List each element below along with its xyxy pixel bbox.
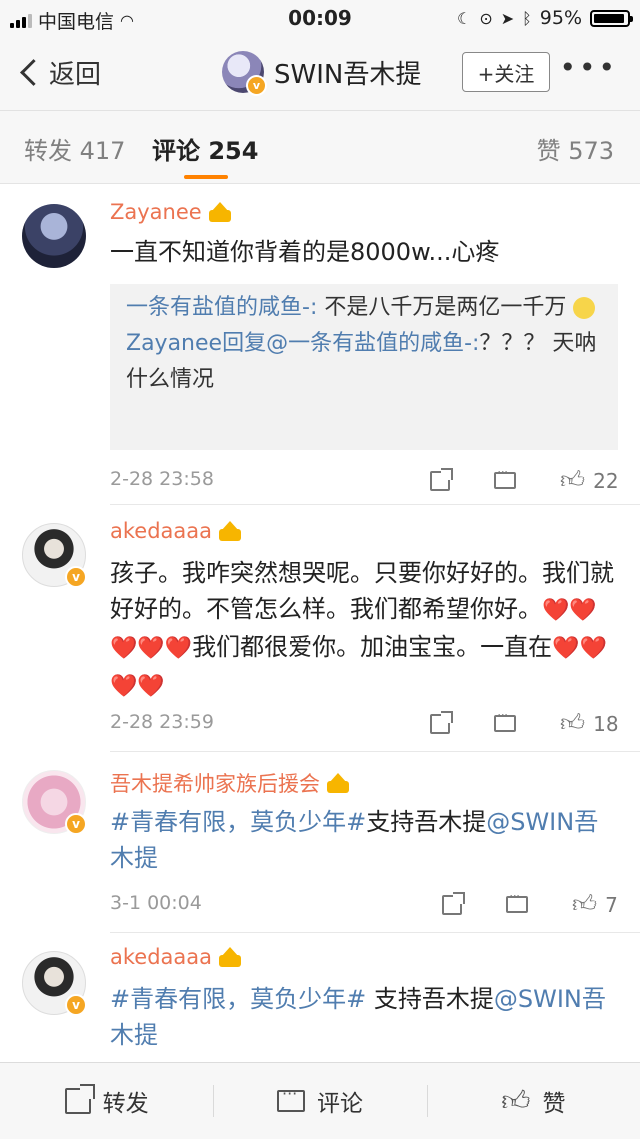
status-bar: 中国电信 ◠ 00:09 ☾ ⊙ ➤ ᛒ 95% [0, 0, 640, 36]
like-label: 赞 [542, 1091, 566, 1117]
tab-repost[interactable]: 转发 417 [24, 131, 125, 166]
crown-icon [326, 773, 350, 793]
comment-actions: 👍︎ 22 [430, 465, 619, 495]
verified-badge-icon: v [65, 813, 87, 835]
repost-button[interactable]: 转发 [0, 1063, 213, 1139]
follow-button[interactable]: +关注 [462, 52, 550, 92]
comment-icon[interactable] [494, 708, 516, 732]
reply-box[interactable]: 一条有盐值的咸鱼-: 不是八千万是两亿一千万 Zayanee回复@一条有盐值的咸… [110, 284, 618, 450]
rotation-lock-icon: ⊙ [479, 8, 493, 28]
reply-item: 一条有盐值的咸鱼-: 不是八千万是两亿一千万 [126, 290, 602, 326]
bluetooth-icon: ᛒ [522, 8, 532, 28]
battery-percent: 95% [539, 7, 582, 29]
repost-icon[interactable] [442, 891, 465, 915]
comment-text: #青春有限，莫负少年#支持吾木提@SWIN吾木提 [110, 808, 599, 872]
moon-icon: ☾ [457, 8, 472, 28]
reply-username[interactable]: Zayanee回复@一条有盐值的咸鱼-: [126, 331, 479, 356]
status-right: ☾ ⊙ ➤ ᛒ 95% [457, 7, 633, 29]
comment-time: 2-28 23:59 [110, 711, 214, 733]
page-title: SWIN吾木提 [274, 59, 422, 90]
comment-actions: 👍︎ 18 [430, 708, 619, 738]
topic-link[interactable]: #青春有限，莫负少年# [110, 985, 366, 1013]
repost-label: 转发 [102, 1091, 149, 1117]
divider [110, 932, 640, 933]
comment-icon[interactable] [506, 889, 528, 913]
chevron-left-icon [20, 59, 47, 86]
comment-text: 孩子。我咋突然想哭呢。只要你好好的。我们就好好的。不管怎么样。我们都希望你好。❤… [110, 559, 614, 699]
comment-username[interactable]: akedaaaa [110, 519, 242, 543]
like-icon[interactable]: 👍︎ [560, 466, 585, 495]
repost-icon[interactable] [430, 710, 453, 734]
bottom-action-bar: 转发 评论 👍︎ 赞 [0, 1062, 640, 1139]
reply-item: Zayanee回复@一条有盐值的咸鱼-:？？？ 天呐什么情况 [126, 326, 602, 398]
avatar[interactable]: v [22, 770, 87, 835]
reply-text: 不是八千万是两亿一千万 [317, 295, 567, 320]
like-icon[interactable]: 👍︎ [572, 890, 597, 919]
like-button[interactable]: 👍︎ 赞 [426, 1063, 640, 1139]
divider [110, 504, 640, 505]
comment-username[interactable]: Zayanee [110, 200, 232, 224]
comment-username[interactable]: akedaaaa [110, 945, 242, 969]
divider [110, 751, 640, 752]
tab-bar: 转发 417 评论 254 赞 573 [0, 111, 640, 184]
comment-icon [276, 1084, 305, 1112]
crown-icon [208, 202, 232, 222]
comment-icon[interactable] [494, 465, 516, 489]
like-count: 7 [605, 892, 618, 917]
more-button[interactable]: ••• [559, 54, 618, 82]
avatar[interactable]: v [222, 51, 267, 96]
comment-label: 评论 [316, 1091, 363, 1117]
like-count: 18 [593, 711, 619, 736]
reply-username[interactable]: 一条有盐值的咸鱼-: [126, 295, 317, 320]
location-icon: ➤ [500, 8, 515, 28]
verified-badge-icon: v [246, 75, 267, 96]
topic-link[interactable]: #青春有限，莫负少年# [110, 808, 366, 836]
comment-actions: 👍︎ 7 [442, 889, 618, 919]
like-count: 22 [593, 468, 619, 493]
avatar[interactable]: v [22, 951, 87, 1016]
back-button[interactable]: 返回 [18, 54, 101, 91]
repost-icon[interactable] [430, 467, 453, 491]
nav-profile[interactable]: v SWIN吾木提 [222, 51, 422, 96]
avatar[interactable] [22, 204, 86, 268]
comment-button[interactable]: 评论 [213, 1063, 426, 1139]
rolling-eyes-emoji-icon [573, 297, 596, 319]
like-icon: 👍︎ [501, 1084, 531, 1117]
tab-like[interactable]: 赞 573 [537, 131, 614, 166]
battery-icon [590, 9, 633, 27]
comment-time: 2-28 23:58 [110, 468, 214, 490]
avatar[interactable]: v [22, 523, 87, 588]
nav-bar: 返回 v SWIN吾木提 +关注 ••• [0, 36, 640, 111]
repost-icon [64, 1084, 95, 1114]
comment-time: 3-1 00:04 [110, 892, 202, 914]
back-label: 返回 [49, 60, 102, 90]
comment-username[interactable]: 吾木提希帅家族后援会 [110, 768, 350, 798]
like-icon[interactable]: 👍︎ [560, 709, 585, 738]
comment-text: #青春有限，莫负少年# 支持吾木提@SWIN吾木提 [110, 985, 606, 1049]
comment-text: 一直不知道你背着的是8000w...心疼 [110, 238, 500, 266]
verified-badge-icon: v [65, 994, 87, 1016]
crown-icon [218, 947, 242, 967]
crown-icon [218, 521, 242, 541]
tab-active-indicator [184, 175, 228, 179]
verified-badge-icon: v [65, 566, 87, 588]
